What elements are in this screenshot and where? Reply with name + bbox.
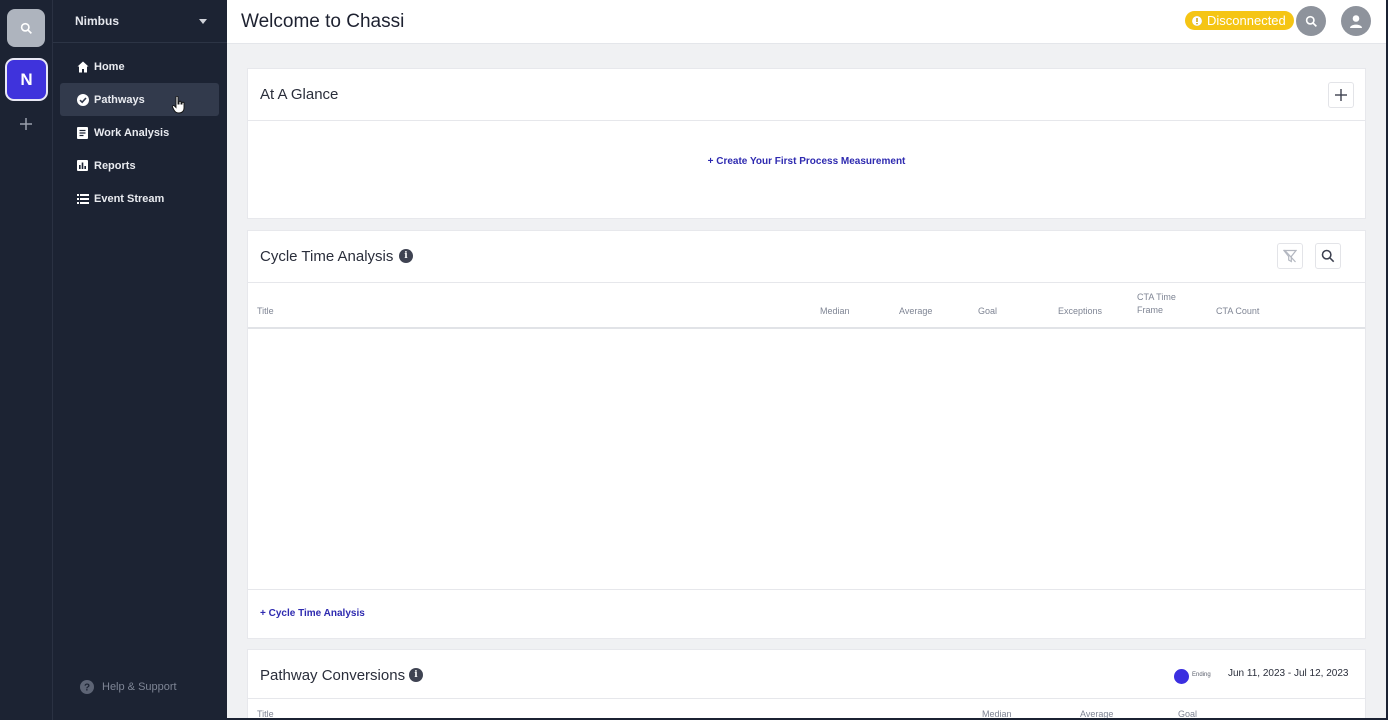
home-icon: [76, 60, 89, 73]
warning-icon: [1192, 15, 1202, 26]
column-header-average[interactable]: Average: [899, 305, 932, 318]
cycle-time-analysis-card: Cycle Time Analysis i Title Median Avera…: [247, 230, 1366, 639]
column-header-average[interactable]: Average: [1080, 708, 1113, 718]
list-icon: [76, 192, 89, 205]
sidebar-item-label: Home: [94, 60, 125, 73]
date-range-picker[interactable]: Jun 11, 2023 - Jul 12, 2023: [1228, 668, 1348, 679]
main-content: Welcome to Chassi Disconnected At A Glan…: [227, 0, 1386, 718]
org-name: Nimbus: [75, 14, 120, 28]
check-circle-icon: [76, 93, 89, 106]
legend-swatch: [1174, 669, 1189, 684]
column-header-goal[interactable]: Goal: [1178, 708, 1197, 718]
legend-label: Ending: [1192, 672, 1211, 678]
plus-icon: [1335, 89, 1347, 101]
sidebar-item-label: Reports: [94, 159, 136, 172]
sidebar-item-home[interactable]: Home: [60, 50, 219, 83]
sidebar-item-work-analysis[interactable]: Work Analysis: [60, 116, 219, 149]
page-title: Welcome to Chassi: [241, 11, 405, 32]
rail-search-button[interactable]: [7, 9, 45, 47]
workspace-rail: N: [0, 0, 53, 720]
status-text: Disconnected: [1207, 13, 1286, 28]
column-header-line: CTA Time: [1137, 292, 1176, 302]
org-initial: N: [20, 69, 33, 89]
search-icon: [20, 22, 32, 34]
svg-text:?: ?: [84, 683, 90, 694]
global-search-button[interactable]: [1296, 6, 1326, 36]
sidebar-item-event-stream[interactable]: Event Stream: [60, 182, 219, 215]
top-bar: Welcome to Chassi Disconnected: [227, 0, 1386, 44]
divider: [248, 282, 1365, 283]
hand-cursor-icon: [172, 96, 185, 114]
column-header-goal[interactable]: Goal: [978, 305, 997, 318]
sidebar-item-pathways[interactable]: Pathways: [60, 83, 219, 116]
add-measurement-button[interactable]: [1328, 82, 1354, 108]
filter-off-icon: [1283, 249, 1297, 263]
add-workspace-button[interactable]: [16, 114, 36, 134]
sidebar-item-reports[interactable]: Reports: [60, 149, 219, 182]
divider: [248, 698, 1365, 699]
help-icon: ?: [80, 680, 94, 694]
column-header-cta-time-frame[interactable]: CTA Time Frame: [1137, 291, 1176, 317]
help-support-link[interactable]: ? Help & Support: [80, 680, 177, 694]
user-icon: [1350, 15, 1362, 28]
sidebar-item-label: Work Analysis: [94, 126, 170, 139]
sidebar-item-label: Pathways: [94, 93, 145, 106]
column-header-line: Frame: [1137, 305, 1164, 315]
info-icon[interactable]: i: [399, 249, 413, 263]
chevron-down-icon: [199, 18, 207, 24]
sidebar-item-label: Event Stream: [94, 192, 165, 205]
column-header-median[interactable]: Median: [820, 305, 850, 318]
user-avatar-button[interactable]: [1341, 6, 1371, 36]
card-title: At A Glance: [260, 86, 339, 103]
help-label: Help & Support: [102, 681, 177, 693]
pathway-conversions-card: Pathway Conversions i Ending Jun 11, 202…: [247, 649, 1366, 718]
clear-filter-button[interactable]: [1277, 243, 1303, 269]
org-switcher-button[interactable]: N: [5, 58, 48, 101]
sidebar-nav: Nimbus Home Pathways Work Analysis Repor…: [53, 0, 227, 720]
column-header-title[interactable]: Title: [257, 305, 274, 318]
create-process-measurement-link[interactable]: + Create Your First Process Measurement: [248, 156, 1365, 167]
column-header-exceptions[interactable]: Exceptions: [1058, 305, 1102, 318]
divider: [248, 589, 1365, 590]
at-a-glance-card: At A Glance + Create Your First Process …: [247, 68, 1366, 219]
bar-chart-icon: [76, 159, 89, 172]
table-header-divider: [248, 327, 1365, 329]
search-icon: [1305, 15, 1317, 27]
org-selector[interactable]: Nimbus: [53, 0, 227, 43]
plus-icon: [20, 118, 32, 130]
status-badge: Disconnected: [1185, 11, 1294, 30]
info-icon[interactable]: i: [409, 668, 423, 682]
card-title: Pathway Conversions: [260, 667, 406, 684]
column-header-title[interactable]: Title: [257, 708, 274, 718]
search-icon: [1321, 249, 1335, 263]
search-table-button[interactable]: [1315, 243, 1341, 269]
column-header-cta-count[interactable]: CTA Count: [1216, 305, 1259, 318]
divider: [248, 120, 1365, 121]
column-header-median[interactable]: Median: [982, 708, 1012, 718]
card-title: Cycle Time Analysis: [260, 248, 394, 265]
document-icon: [76, 126, 89, 139]
add-cycle-time-analysis-link[interactable]: + Cycle Time Analysis: [260, 608, 365, 619]
